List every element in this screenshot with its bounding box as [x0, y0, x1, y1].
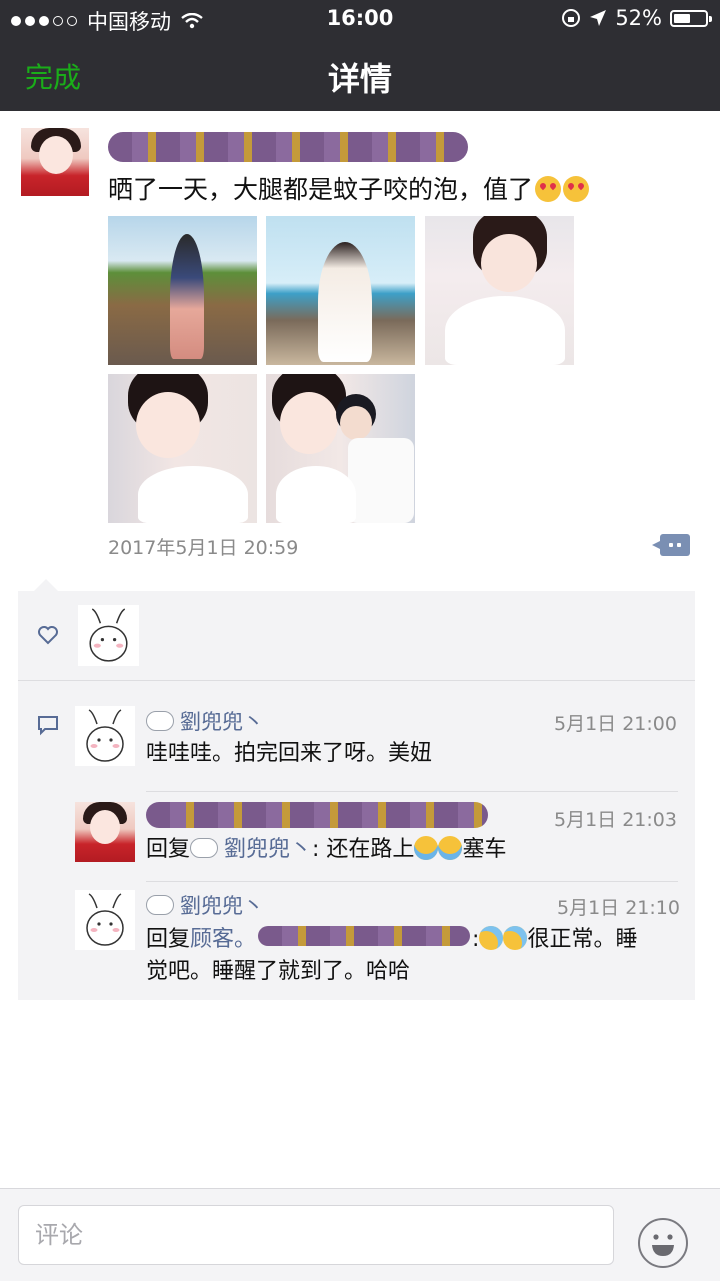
comment-text[interactable]: 哇哇哇。拍完回来了呀。美妞 [146, 738, 432, 770]
commenter-name[interactable]: 劉兜兜丶 [146, 890, 264, 920]
dot [677, 543, 681, 547]
post-photo-4[interactable] [108, 374, 257, 523]
poster-avatar[interactable] [21, 128, 89, 196]
comment-line: 回复顾客。: 很正常。睡 [146, 924, 676, 956]
photo-groom-suit [348, 438, 414, 523]
battery-icon [670, 9, 712, 27]
status-right: 52% [561, 6, 712, 30]
commenter-name-text: 劉兜兜丶 [180, 710, 264, 734]
comment-input[interactable] [18, 1205, 614, 1265]
photo-face [136, 392, 200, 458]
post-timestamp: 2017年5月1日 20:59 [108, 537, 299, 559]
laughing-emoji [503, 926, 528, 950]
post-photo-2[interactable] [266, 216, 415, 365]
photo-groom-face [340, 406, 372, 440]
comment-text-part: : [472, 927, 480, 952]
photo-face [481, 234, 537, 292]
heart-icon [38, 626, 58, 645]
post-photo-5[interactable] [266, 374, 415, 523]
reply-prefix: 回复 [146, 837, 191, 862]
comment-icon [38, 716, 58, 736]
photo-dress [445, 296, 565, 365]
dot [669, 543, 673, 547]
comment-text-part: 很正常。睡 [527, 927, 638, 952]
rotation-lock-icon [562, 9, 581, 27]
panel-arrow [34, 579, 58, 591]
bunny-avatar-icon [89, 608, 128, 662]
page-title: 详情 [327, 60, 392, 98]
reply-prefix: 回复 [146, 927, 191, 952]
cloud-icon [146, 895, 174, 915]
redacted-username [258, 926, 471, 946]
top-bar: 中国移动 16:00 52% 完成 详情 [0, 0, 720, 111]
comment-time: 5月1日 21:10 [557, 897, 680, 919]
battery-percent: 52% [615, 6, 662, 30]
photo-dress [138, 466, 248, 523]
commenter-name[interactable]: 劉兜兜丶 [146, 706, 264, 736]
commenter-name-text: 劉兜兜丶 [180, 894, 264, 918]
laughing-emoji [479, 926, 504, 950]
smiley-face-glyph [652, 1234, 674, 1256]
cloud-icon [190, 838, 219, 858]
comment-divider [146, 791, 678, 792]
location-arrow-icon [590, 10, 607, 26]
cloud-icon [146, 711, 174, 731]
commenter-avatar[interactable] [75, 706, 135, 766]
bunny-avatar-icon [86, 709, 124, 762]
post-photo-1[interactable] [108, 216, 257, 365]
post-photo-3[interactable] [425, 216, 574, 365]
commenter-avatar[interactable] [75, 802, 135, 862]
reply-to-name[interactable]: 劉兜兜丶 [224, 837, 312, 862]
smiley-icon[interactable] [638, 1218, 688, 1268]
heart-eyes-emoji [563, 176, 590, 202]
avatar-face [39, 136, 73, 174]
heart-eyes-emoji [535, 176, 562, 202]
redacted-username [108, 132, 468, 162]
crying-emoji [438, 836, 463, 860]
bunny-avatar-icon [86, 893, 124, 946]
photo-dress [276, 466, 356, 523]
reply-to-name[interactable]: 顾客。 [190, 927, 256, 952]
comment-divider [146, 881, 678, 882]
comment-bar [0, 1188, 720, 1281]
comment-text-part: 塞车 [462, 837, 507, 862]
more-dots-icon[interactable] [652, 534, 690, 556]
panel-divider [18, 680, 695, 681]
photo-figure [318, 242, 372, 362]
comment-time: 5月1日 21:00 [554, 713, 677, 735]
battery-fill [674, 13, 690, 23]
avatar-face [90, 810, 120, 844]
photo-face [280, 392, 338, 454]
comment-time: 5月1日 21:03 [554, 809, 677, 831]
post-text: 晒了一天，大腿都是蚊子咬的泡，值了 [108, 170, 590, 206]
commenter-avatar[interactable] [75, 890, 135, 950]
status-bar: 中国移动 16:00 52% [0, 0, 720, 38]
post-text-content: 晒了一天，大腿都是蚊子咬的泡，值了 [108, 175, 534, 204]
comment-text[interactable]: 回复 劉兜兜丶: 还在路上 塞车 [146, 834, 506, 866]
comment-text-part: 觉吧。睡醒了就到了。哈哈 [146, 959, 411, 984]
redacted-username [146, 802, 488, 828]
comment-text[interactable]: 回复顾客。: 很正常。睡 觉吧。睡醒了就到了。哈哈 [146, 924, 676, 988]
photo-figure [170, 234, 204, 359]
crying-emoji [414, 836, 439, 860]
comment-text-part: : 还在路上 [312, 837, 415, 862]
liker-avatar[interactable] [78, 605, 139, 666]
